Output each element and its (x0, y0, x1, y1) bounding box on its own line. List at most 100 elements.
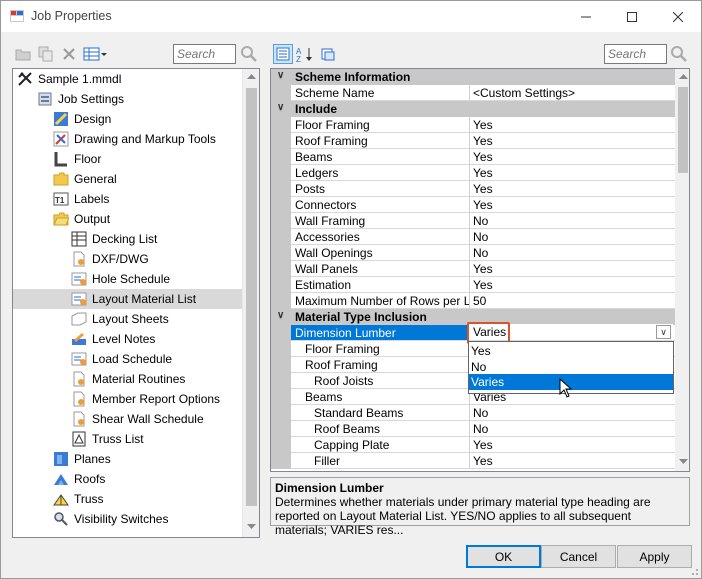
tree-item-project[interactable]: Sample 1.mmdl (17, 69, 121, 89)
close-button[interactable] (655, 1, 701, 32)
list-icon (72, 431, 86, 447)
report-icon (71, 292, 87, 306)
scroll-up-icon[interactable] (679, 74, 688, 80)
cancel-button[interactable]: Cancel (541, 545, 616, 568)
property-value[interactable]: No (469, 405, 675, 421)
property-value[interactable]: Yes (469, 197, 675, 213)
property-value[interactable]: Yes (469, 117, 675, 133)
ok-button[interactable]: OK (466, 545, 541, 568)
tree-item-level-notes[interactable]: Level Notes (71, 329, 155, 349)
tree-item-labels[interactable]: T1 Labels (53, 189, 109, 209)
tree-item-drawing-tools[interactable]: Drawing and Markup Tools (53, 129, 216, 149)
property-row[interactable]: Accessories No (271, 229, 675, 245)
copy-icon[interactable] (37, 45, 55, 63)
property-row[interactable]: Standard Beams No (271, 405, 675, 421)
property-row[interactable]: Wall Framing No (271, 213, 675, 229)
property-row[interactable]: Scheme Name <Custom Settings> (271, 85, 675, 101)
tree-scrollbar[interactable] (242, 69, 259, 537)
property-value[interactable]: No (469, 213, 675, 229)
maximize-button[interactable] (609, 1, 655, 32)
tree-item-label: Truss (74, 492, 104, 506)
property-row[interactable]: Wall Openings No (271, 245, 675, 261)
collapse-icon[interactable]: ∨ (277, 70, 284, 81)
property-row[interactable]: Roof Framing Yes (271, 133, 675, 149)
category-scheme-information[interactable]: ∨ Scheme Information (271, 69, 675, 85)
property-value[interactable]: No (469, 229, 675, 245)
property-grid[interactable]: ∨ Scheme Information Scheme Name <Custom… (270, 68, 690, 472)
property-row[interactable]: Maximum Number of Rows per List 50 (271, 293, 675, 309)
resize-grip-icon[interactable] (689, 566, 699, 576)
tree-item-visibility-switches[interactable]: Visibility Switches (53, 509, 168, 529)
property-value[interactable]: Yes (469, 181, 675, 197)
tree-item-member-report-options[interactable]: Member Report Options (71, 389, 220, 409)
tree-item-shear-wall-schedule[interactable]: Shear Wall Schedule (71, 409, 204, 429)
property-value[interactable]: Yes (469, 277, 675, 293)
apply-button[interactable]: Apply (617, 545, 692, 568)
property-value[interactable]: Yes (469, 453, 675, 469)
dropdown-option-no[interactable]: No (469, 359, 673, 375)
chevron-down-icon[interactable]: ∨ (656, 325, 671, 339)
property-grid-scrollbar[interactable] (675, 69, 689, 471)
property-value[interactable]: Yes (469, 261, 675, 277)
new-folder-icon[interactable] (14, 45, 32, 63)
property-value[interactable]: Yes (469, 149, 675, 165)
property-row[interactable]: Connectors Yes (271, 197, 675, 213)
property-row[interactable]: Beams Yes (271, 149, 675, 165)
settings-icon (38, 92, 52, 106)
tree-item-layout-sheets[interactable]: Layout Sheets (71, 309, 169, 329)
property-row[interactable]: Posts Yes (271, 181, 675, 197)
sort-alphabetical-icon[interactable]: AZ (296, 45, 314, 63)
scroll-down-icon[interactable] (247, 524, 256, 530)
collapse-icon[interactable]: ∨ (277, 102, 284, 113)
tree-item-decking-list[interactable]: Decking List (71, 229, 157, 249)
tree-item-output[interactable]: Output (53, 209, 110, 229)
scroll-up-icon[interactable] (247, 74, 256, 80)
minimize-button[interactable] (563, 1, 609, 32)
property-row[interactable]: Filler Yes (271, 453, 675, 469)
property-row[interactable]: Wall Panels Yes (271, 261, 675, 277)
grid-search-input[interactable] (604, 44, 667, 64)
tree-item-dxf-dwg[interactable]: DXF/DWG (71, 249, 149, 269)
property-value[interactable]: Yes (469, 133, 675, 149)
tree-item-floor[interactable]: Floor (53, 149, 101, 169)
collapse-icon[interactable]: ∨ (277, 310, 284, 321)
property-row[interactable]: Floor Framing Yes (271, 117, 675, 133)
property-value[interactable]: 50 (469, 293, 675, 309)
property-name: Floor Framing (291, 341, 469, 357)
tree-item-roofs[interactable]: Roofs (53, 469, 105, 489)
property-grid-scroll-thumb[interactable] (678, 87, 688, 173)
settings-tree[interactable]: Sample 1.mmdl Job Settings Design Drawin… (12, 68, 260, 538)
tree-item-layout-material-list[interactable]: Layout Material List (13, 289, 243, 309)
property-row[interactable]: Capping Plate Yes (271, 437, 675, 453)
tree-search-input[interactable] (173, 44, 236, 64)
property-pages-icon[interactable] (319, 45, 337, 63)
property-name: Wall Framing (291, 213, 469, 229)
property-value[interactable]: Yes (469, 165, 675, 181)
tree-item-load-schedule[interactable]: Load Schedule (71, 349, 172, 369)
property-row[interactable]: Estimation Yes (271, 277, 675, 293)
tree-item-truss[interactable]: Truss (53, 489, 104, 509)
property-row[interactable]: Ledgers Yes (271, 165, 675, 181)
search-icon[interactable] (670, 45, 688, 63)
property-value[interactable]: No (469, 245, 675, 261)
category-include[interactable]: ∨ Include (271, 101, 675, 117)
tree-item-job-settings[interactable]: Job Settings (37, 89, 124, 109)
tree-scroll-thumb[interactable] (246, 88, 257, 506)
property-value[interactable]: <Custom Settings> (469, 85, 675, 101)
delete-icon[interactable] (60, 45, 78, 63)
tree-item-hole-schedule[interactable]: Hole Schedule (71, 269, 170, 289)
scroll-down-icon[interactable] (679, 459, 688, 465)
property-value[interactable]: No (469, 421, 675, 437)
search-icon[interactable] (240, 45, 258, 63)
tree-item-label: Job Settings (58, 92, 125, 106)
tree-item-truss-list[interactable]: Truss List (71, 429, 144, 449)
property-value[interactable]: Yes (469, 437, 675, 453)
tree-item-material-routines[interactable]: Material Routines (71, 369, 185, 389)
property-row[interactable]: Roof Beams No (271, 421, 675, 437)
tree-item-general[interactable]: General (53, 169, 117, 189)
tree-item-design[interactable]: Design (53, 109, 111, 129)
categorized-view-icon[interactable] (273, 44, 293, 64)
dropdown-option-yes[interactable]: Yes (469, 343, 673, 359)
tree-item-planes[interactable]: Planes (53, 449, 111, 469)
view-menu-icon[interactable] (82, 45, 108, 63)
